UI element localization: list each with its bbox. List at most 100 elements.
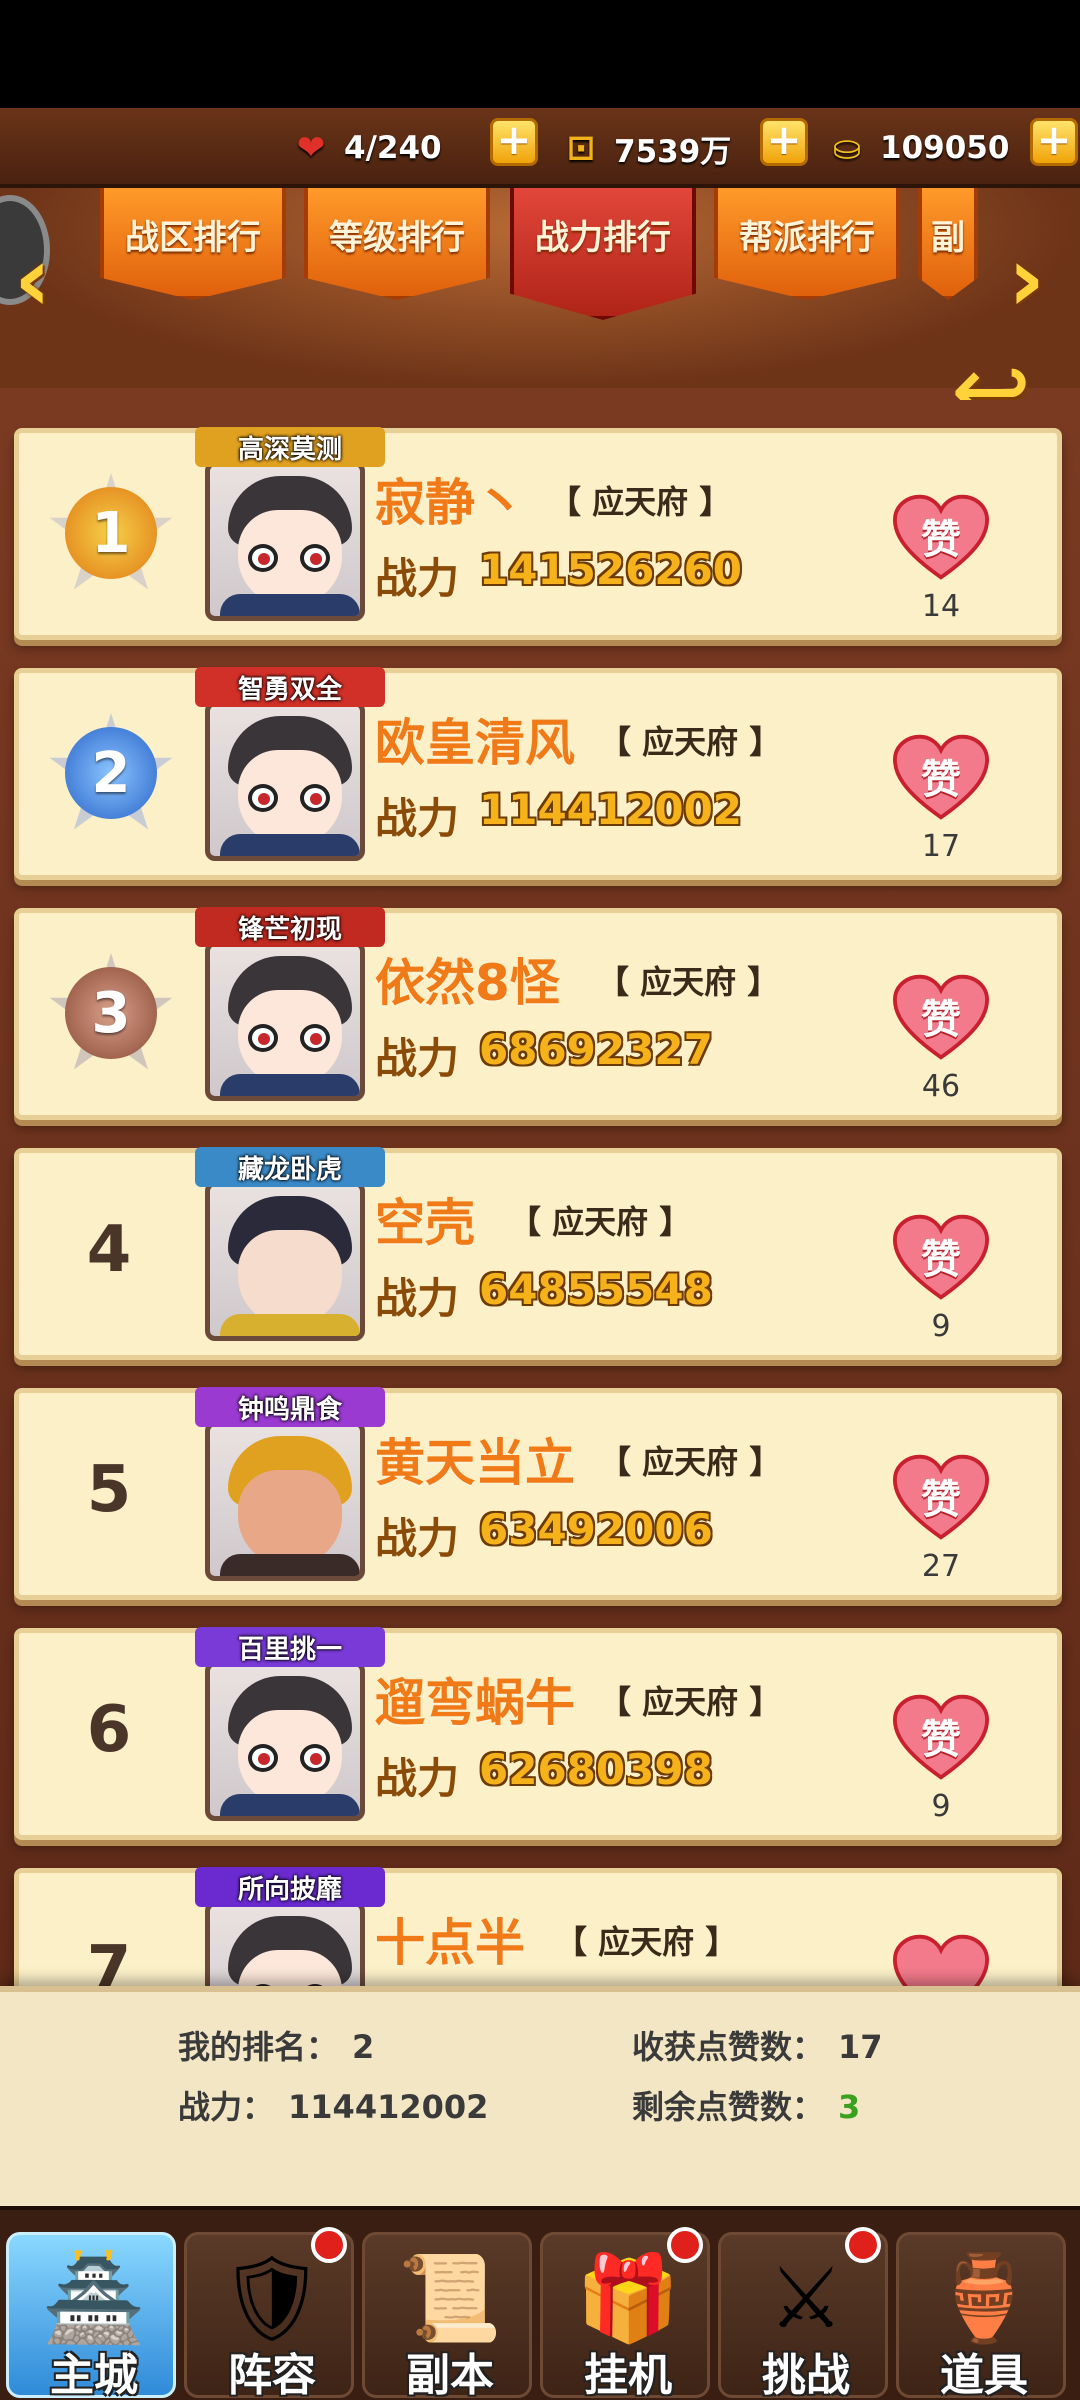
nav-label: 阵容 bbox=[228, 2350, 316, 2400]
palace-icon: 🏯 bbox=[41, 2249, 147, 2347]
notification-dot bbox=[845, 2227, 881, 2263]
tab-level-rank[interactable]: 等级排行 bbox=[304, 188, 490, 300]
avatar[interactable] bbox=[205, 1421, 365, 1581]
power-value: 64855548 bbox=[479, 1265, 713, 1314]
bottom-nav: 🏯 主城 🛡 阵容 📜 副本 🎁 挂机 ⚔ 挑战 🏺 道具 bbox=[0, 2206, 1080, 2400]
server-name: 【 应天府 】 bbox=[549, 483, 732, 521]
tab-guild-rank[interactable]: 帮派排行 bbox=[714, 188, 900, 300]
tabs-next-arrow-icon[interactable]: › bbox=[1008, 230, 1068, 330]
like-button[interactable]: 赞 bbox=[885, 1693, 997, 1793]
rank-number: 4 bbox=[86, 1213, 132, 1287]
avatar[interactable] bbox=[205, 701, 365, 861]
server-name: 【 应天府 】 bbox=[599, 1683, 782, 1721]
received-likes: 收获点赞数： 17 bbox=[632, 2022, 883, 2068]
like-button[interactable]: 赞 bbox=[885, 973, 997, 1073]
nav-label: 主城 bbox=[50, 2350, 138, 2400]
nav-main-city[interactable]: 🏯 主城 bbox=[6, 2232, 176, 2400]
like-button[interactable]: 赞 bbox=[885, 1213, 997, 1313]
ranking-row: 3 锋芒初现 依然8怪 【 应天府 】 战力 68692327 赞 46 bbox=[14, 907, 1062, 1120]
nav-challenge[interactable]: ⚔ 挑战 bbox=[718, 2227, 888, 2400]
silver-medal-icon: 2 bbox=[43, 697, 173, 847]
like-count: 46 bbox=[921, 1069, 961, 1104]
like-button[interactable]: 赞 bbox=[885, 1453, 997, 1553]
power-label: 战力 bbox=[375, 794, 460, 843]
nav-dungeon[interactable]: 📜 副本 bbox=[362, 2232, 532, 2400]
my-rank-value: 2 bbox=[352, 2028, 375, 2066]
items-icon: 🏺 bbox=[931, 2249, 1037, 2347]
ingots-value: 109050 bbox=[880, 130, 1010, 166]
player-name: 空壳 bbox=[375, 1194, 475, 1252]
power-label: 战力 bbox=[375, 1514, 460, 1563]
rank-number: 2 bbox=[65, 727, 157, 819]
tab-dungeon-rank[interactable]: 副 bbox=[918, 188, 978, 300]
player-name: 遛弯蜗牛 bbox=[375, 1674, 575, 1732]
rank-number: 6 bbox=[86, 1693, 132, 1767]
my-power: 战力： 114412002 bbox=[178, 2082, 488, 2128]
remaining-likes: 剩余点赞数： 3 bbox=[632, 2082, 860, 2128]
hearts-resource: ❤ 4/240 bbox=[290, 120, 442, 176]
like-label: 赞 bbox=[921, 997, 961, 1043]
dungeon-icon: 📜 bbox=[397, 2249, 503, 2347]
coins-value: 7539万 bbox=[614, 133, 732, 170]
like-label: 赞 bbox=[921, 517, 961, 563]
tab-zone-rank[interactable]: 战区排行 bbox=[100, 188, 286, 300]
received-likes-label: 收获点赞数： bbox=[632, 2028, 825, 2066]
nav-formation[interactable]: 🛡 阵容 bbox=[184, 2227, 354, 2400]
like-label: 赞 bbox=[921, 1717, 961, 1763]
remaining-likes-value: 3 bbox=[838, 2088, 861, 2126]
rank-number: 3 bbox=[65, 967, 157, 1059]
ranking-row: 6 百里挑一 遛弯蜗牛 【 应天府 】 战力 62680398 赞 9 bbox=[14, 1627, 1062, 1840]
nav-items[interactable]: 🏺 道具 bbox=[896, 2232, 1066, 2400]
title-badge: 高深莫测 bbox=[195, 427, 385, 467]
avatar[interactable] bbox=[205, 1661, 365, 1821]
my-rank-label: 我的排名： bbox=[178, 2028, 339, 2066]
title-badge: 所向披靡 bbox=[195, 1867, 385, 1907]
add-hearts-button[interactable]: + bbox=[490, 118, 538, 166]
like-count: 17 bbox=[921, 829, 961, 864]
ranking-row: 4 藏龙卧虎 空壳 【 应天府 】 战力 64855548 赞 9 bbox=[14, 1147, 1062, 1360]
status-bar bbox=[0, 0, 1080, 108]
like-count: 9 bbox=[931, 1789, 951, 1824]
player-name: 十点半 bbox=[375, 1914, 525, 1972]
received-likes-value: 17 bbox=[838, 2028, 883, 2066]
like-button[interactable]: 赞 bbox=[885, 493, 997, 593]
add-coins-button[interactable]: + bbox=[760, 118, 808, 166]
server-name: 【 应天府 】 bbox=[599, 1443, 782, 1481]
my-power-value: 114412002 bbox=[288, 2088, 489, 2126]
tab-power-rank[interactable]: 战力排行 bbox=[510, 188, 696, 320]
power-value: 63492006 bbox=[479, 1505, 713, 1554]
add-ingots-button[interactable]: + bbox=[1030, 118, 1078, 166]
player-name: 欧皇清风 bbox=[375, 714, 575, 772]
like-label: 赞 bbox=[921, 1237, 961, 1283]
ranking-row: 2 智勇双全 欧皇清风 【 应天府 】 战力 114412002 赞 17 bbox=[14, 667, 1062, 880]
like-label: 赞 bbox=[921, 1477, 961, 1523]
hearts-value: 4/240 bbox=[344, 130, 442, 166]
rank-number: 5 bbox=[86, 1453, 132, 1527]
ranking-list[interactable]: 1 高深莫测 寂静丶 【 应天府 】 战力 141526260 赞 14 2 智… bbox=[0, 400, 1080, 2000]
power-label: 战力 bbox=[375, 1034, 460, 1083]
power-value: 141526260 bbox=[479, 545, 743, 594]
nav-idle[interactable]: 🎁 挂机 bbox=[540, 2227, 710, 2400]
ranking-row: 7 所向披靡 十点半 【 应天府 】 bbox=[14, 1867, 1062, 2000]
title-badge: 钟鸣鼎食 bbox=[195, 1387, 385, 1427]
server-name: 【 应天府 】 bbox=[597, 963, 780, 1001]
avatar[interactable] bbox=[205, 941, 365, 1101]
my-power-label: 战力： bbox=[178, 2088, 275, 2126]
remaining-likes-label: 剩余点赞数： bbox=[632, 2088, 825, 2126]
bronze-medal-icon: 3 bbox=[43, 937, 173, 1087]
heart-stamina-icon: ❤ bbox=[296, 128, 326, 168]
avatar[interactable] bbox=[205, 1181, 365, 1341]
like-count: 27 bbox=[921, 1549, 961, 1584]
nav-label: 道具 bbox=[940, 2350, 1028, 2400]
player-name: 依然8怪 bbox=[375, 954, 560, 1012]
like-button[interactable]: 赞 bbox=[885, 733, 997, 833]
power-value: 62680398 bbox=[479, 1745, 713, 1794]
avatar[interactable] bbox=[205, 461, 365, 621]
my-rank-summary: 我的排名： 2 战力： 114412002 收获点赞数： 17 剩余点赞数： 3 bbox=[0, 1986, 1080, 2206]
rank-number: 1 bbox=[65, 487, 157, 579]
tabs-prev-arrow-icon[interactable]: ‹ bbox=[14, 230, 74, 330]
nav-label: 副本 bbox=[406, 2350, 494, 2400]
power-value: 114412002 bbox=[479, 785, 743, 834]
title-badge: 藏龙卧虎 bbox=[195, 1147, 385, 1187]
power-value: 68692327 bbox=[479, 1025, 713, 1074]
